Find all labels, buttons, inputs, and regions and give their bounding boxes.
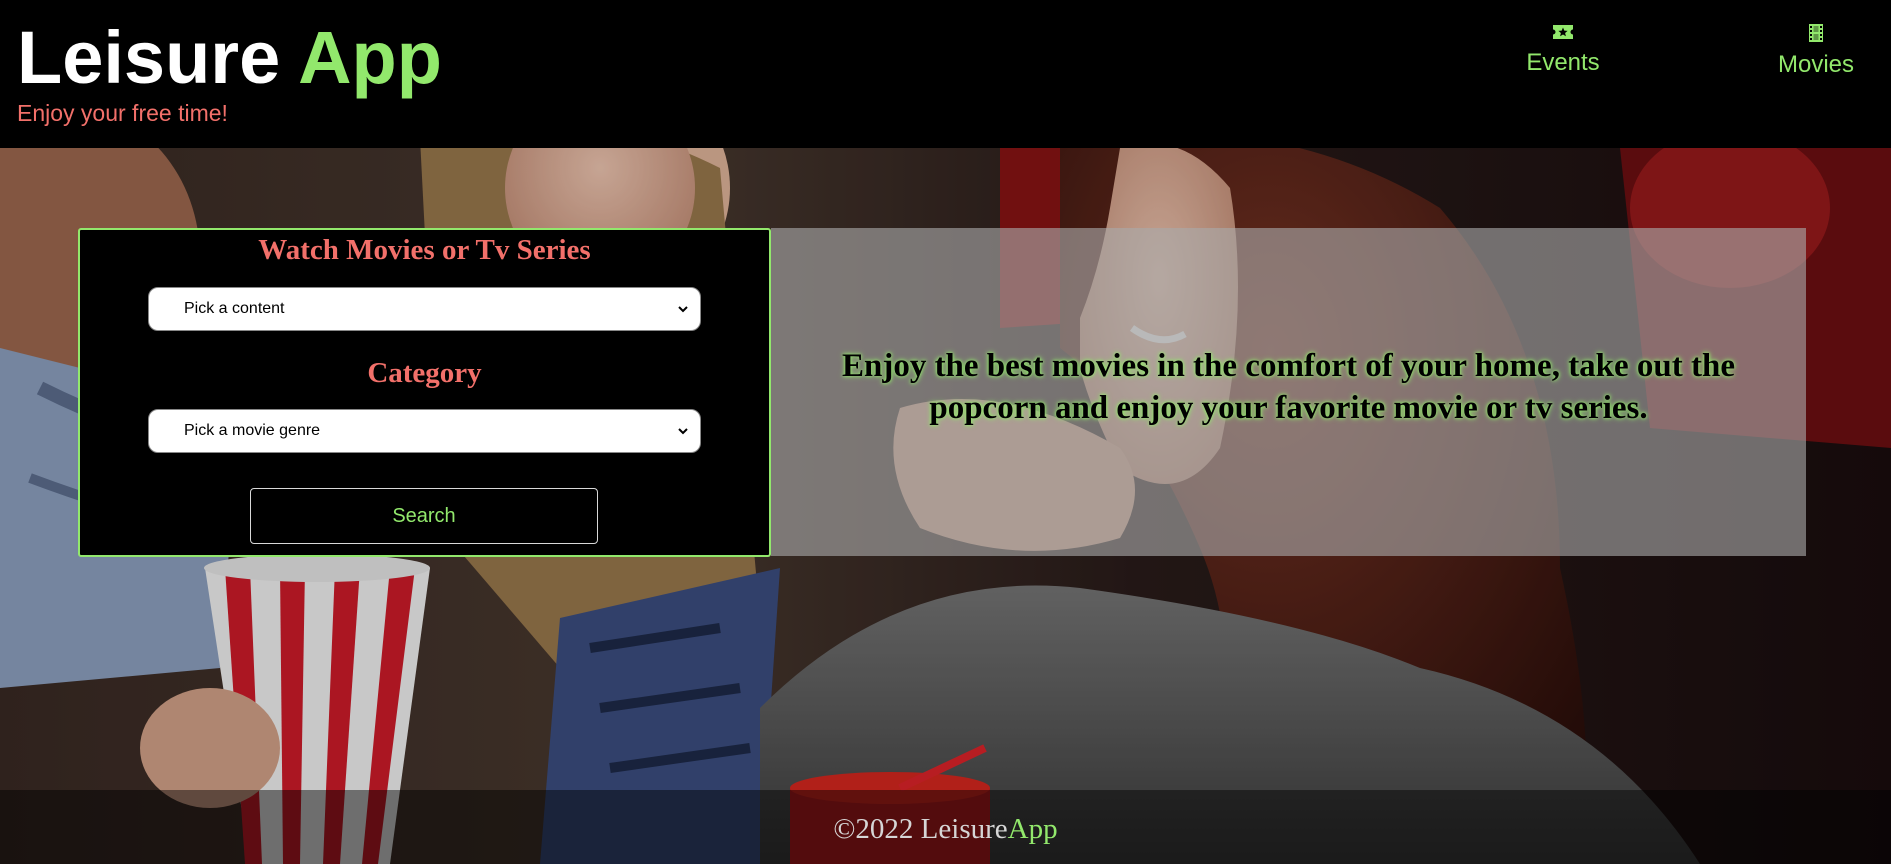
chevron-down-icon	[676, 424, 690, 438]
search-button[interactable]: Search	[250, 488, 598, 544]
promo-text: Enjoy the best movies in the comfort of …	[841, 348, 1736, 426]
brand-title-main: Leisure	[17, 16, 281, 99]
chevron-down-icon	[676, 302, 690, 316]
content-select[interactable]: Pick a content	[148, 287, 701, 331]
site-header: Leisure App Enjoy your free time! Events	[0, 0, 1891, 148]
nav-label-movies: Movies	[1777, 51, 1855, 78]
site-footer: ©2022 LeisureApp	[0, 790, 1891, 864]
brand-title-accent: App	[298, 16, 442, 99]
content-heading: Watch Movies or Tv Series	[258, 234, 591, 266]
footer-brand-accent: App	[1007, 812, 1058, 845]
genre-select-value: Pick a movie genre	[184, 422, 321, 439]
nav-item-events[interactable]: Events	[1508, 24, 1618, 77]
ticket-icon	[1552, 24, 1574, 45]
genre-select[interactable]: Pick a movie genre	[148, 409, 701, 453]
nav-label-events: Events	[1526, 49, 1600, 76]
brand-tagline: Enjoy your free time!	[17, 100, 228, 126]
footer-copyright-text: ©2022 Leisure	[833, 812, 1008, 845]
category-heading: Category	[367, 357, 482, 389]
search-panel: Watch Movies or Tv Series Pick a content…	[78, 228, 771, 557]
promo-panel: Enjoy the best movies in the comfort of …	[771, 228, 1806, 556]
footer-copyright: ©2022 LeisureApp	[833, 813, 1057, 846]
content-select-value: Pick a content	[184, 300, 285, 317]
film-icon	[1809, 24, 1823, 47]
nav-item-movies[interactable]: Movies	[1776, 24, 1856, 79]
brand-title[interactable]: Leisure App	[17, 14, 442, 102]
